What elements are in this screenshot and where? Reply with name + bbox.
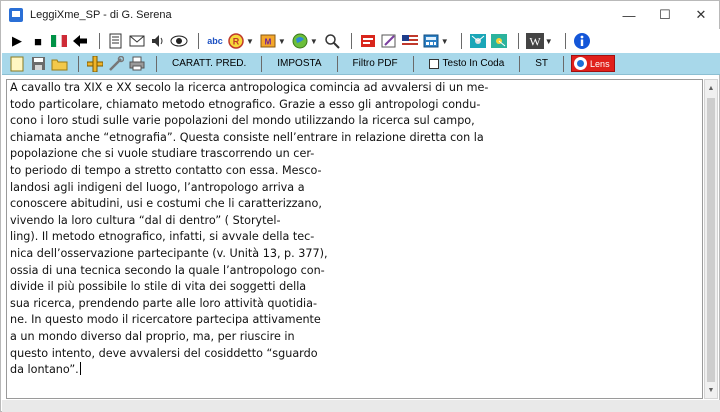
main-toolbar: ▶ ■ abc R ▼ M ▼ ▼ ▼ W ▼ <box>2 29 720 53</box>
minimize-button[interactable]: — <box>611 1 647 29</box>
text-cursor <box>79 362 81 376</box>
scroll-up-icon[interactable]: ▲ <box>705 81 717 95</box>
lens-button[interactable]: Lens <box>571 55 615 72</box>
toolbar-separator <box>261 55 263 72</box>
toolbar-separator <box>156 55 157 72</box>
toolbar-separator <box>519 55 521 72</box>
italy-flag-icon[interactable] <box>50 32 68 50</box>
toolbar-separator <box>563 55 565 72</box>
toolbar-separator <box>564 33 566 49</box>
toolbar-separator <box>460 33 462 49</box>
svg-text:R: R <box>233 37 240 47</box>
play-icon[interactable]: ▶ <box>8 32 26 50</box>
text-line: ling). Il metodo etnografico, infatti, s… <box>10 230 315 244</box>
info-icon[interactable] <box>573 32 591 50</box>
background-window-edge <box>2 400 720 412</box>
printer-icon[interactable] <box>128 55 146 73</box>
maximize-button[interactable]: ☐ <box>647 1 683 29</box>
stop-icon[interactable]: ■ <box>29 32 47 50</box>
save-icon[interactable] <box>29 55 47 73</box>
text-line: cono i loro studi sulle varie popolazion… <box>10 114 475 128</box>
search-icon[interactable] <box>323 32 341 50</box>
open-folder-icon[interactable] <box>50 55 68 73</box>
toolbar-separator <box>336 55 338 72</box>
app-window: LeggiXme_SP - di G. Serena — ☐ ✕ ▶ ■ abc… <box>0 0 720 412</box>
text-line: nica dell’osservazione partecipante (v. … <box>10 246 328 260</box>
toolbar-separator <box>198 33 199 49</box>
svg-text:M: M <box>265 38 272 47</box>
app-icon <box>9 8 23 22</box>
text-line-last: da lontano”. <box>7 362 702 379</box>
scroll-thumb[interactable] <box>707 98 715 382</box>
toolbar-separator <box>78 55 79 72</box>
text-line: landosi agli indigeni del luogo, l’antro… <box>10 180 305 194</box>
reader-icon[interactable]: R <box>227 32 245 50</box>
testo-in-coda-label: Testo In Coda <box>442 58 505 69</box>
vertical-scrollbar[interactable]: ▲ ▼ <box>704 79 718 399</box>
text-line: questo intento, deve avvalersi del cosid… <box>10 346 318 360</box>
text-line: todo particolare, chiamato metodo etnogr… <box>10 97 481 111</box>
text-line: sua ricerca, prendendo parte alle loro a… <box>10 296 318 310</box>
text-line: ossia di una tecnica secondo la quale l’… <box>10 263 325 277</box>
mp3-icon[interactable]: M <box>259 32 277 50</box>
spellcheck-icon[interactable]: abc <box>206 32 224 50</box>
st-button[interactable]: ST <box>527 55 556 73</box>
text-line: divide il più possibile lo stile di vita… <box>10 280 307 294</box>
window-title: LeggiXme_SP - di G. Serena <box>30 9 172 21</box>
toolbar-separator <box>350 33 352 49</box>
text-line: ne. In questo modo il ricercatore partec… <box>10 313 321 327</box>
filtro-pdf-button[interactable]: Filtro PDF <box>345 55 406 73</box>
window-controls: — ☐ ✕ <box>611 1 719 29</box>
imposta-button[interactable]: IMPOSTA <box>269 55 329 73</box>
pages-icon[interactable] <box>107 32 125 50</box>
ruler-icon[interactable] <box>86 55 104 73</box>
wikipedia-dropdown-caret[interactable]: ▼ <box>545 37 553 46</box>
back-arrow-icon[interactable] <box>71 32 89 50</box>
globe-icon[interactable] <box>291 32 309 50</box>
text-line: A cavallo tra XIX e XX secolo la ricerca… <box>10 81 489 94</box>
text-line: popolazione che si vuole studiare trasco… <box>10 147 315 161</box>
reader-dropdown-caret[interactable]: ▼ <box>246 37 254 46</box>
eye-icon[interactable] <box>170 32 188 50</box>
wikipedia-icon[interactable]: W <box>525 32 544 50</box>
text-line: to periodo di tempo a stretto contatto c… <box>10 163 322 177</box>
toolbar-separator <box>412 55 414 72</box>
calculator-icon[interactable] <box>422 32 440 50</box>
secondary-toolbar: CARATT. PRED. IMPOSTA Filtro PDF Testo I… <box>2 53 720 75</box>
close-button[interactable]: ✕ <box>683 1 719 29</box>
tools-icon[interactable] <box>107 55 125 73</box>
text-line: conoscere abitudini, usi e costumi che l… <box>10 197 322 211</box>
svg-text:W: W <box>529 35 541 49</box>
text-editor[interactable]: A cavallo tra XIX e XX secolo la ricerca… <box>6 79 703 399</box>
text-line: vivendo la loro cultura “dal di dentro” … <box>10 213 281 227</box>
text-line: a un mondo diverso dal proprio, ma, per … <box>10 329 295 343</box>
text-line-last-content: da lontano”. <box>10 363 79 377</box>
new-file-icon[interactable] <box>8 55 26 73</box>
toolbar-separator <box>517 33 519 49</box>
colored-map-icon[interactable] <box>490 32 508 50</box>
mp3-dropdown-caret[interactable]: ▼ <box>278 37 286 46</box>
globe-dropdown-caret[interactable]: ▼ <box>310 37 318 46</box>
lens-label: Lens <box>590 58 610 69</box>
scroll-down-icon[interactable]: ▼ <box>705 383 717 397</box>
speaker-icon[interactable] <box>149 32 167 50</box>
text-line: chiamata anche “etnografia”. Questa cons… <box>10 130 484 144</box>
pen-icon[interactable] <box>380 32 398 50</box>
calculator-dropdown-caret[interactable]: ▼ <box>441 37 449 46</box>
usa-flag-icon[interactable] <box>401 32 419 50</box>
caratt-pred-button[interactable]: CARATT. PRED. <box>164 55 254 73</box>
lens-logo-icon <box>574 57 588 70</box>
title-bar[interactable]: LeggiXme_SP - di G. Serena — ☐ ✕ <box>1 1 719 29</box>
toolbar-separator <box>99 33 100 49</box>
testo-in-coda-toggle[interactable]: Testo In Coda <box>421 55 513 73</box>
mail-icon[interactable] <box>128 32 146 50</box>
testo-in-coda-checkbox[interactable] <box>428 58 439 69</box>
pdf-icon[interactable] <box>359 32 377 50</box>
mind-map-icon[interactable] <box>469 32 487 50</box>
